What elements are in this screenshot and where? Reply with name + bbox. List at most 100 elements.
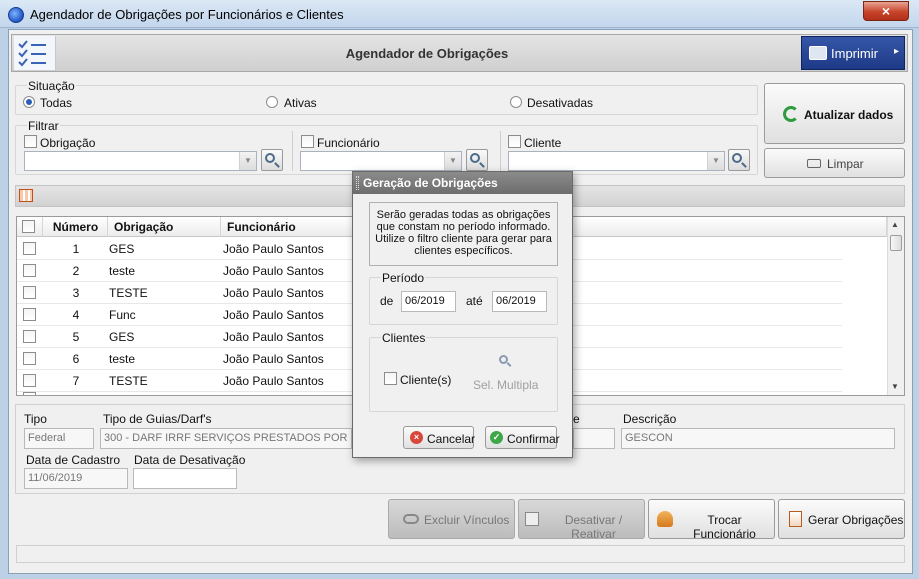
clientes-checkbox[interactable]	[384, 372, 397, 385]
radio-desativadas[interactable]	[510, 96, 522, 108]
chevron-down-icon[interactable]: ▼	[444, 152, 461, 170]
tipo-guias-label: Tipo de Guias/Darf's	[103, 412, 212, 426]
partial-field[interactable]	[573, 428, 615, 449]
atualizar-dados-button[interactable]: Atualizar dados	[764, 83, 905, 144]
obrigacao-checkbox[interactable]	[24, 135, 37, 148]
cell-obrigacao: teste	[109, 264, 136, 278]
cliente-checkbox[interactable]	[508, 135, 521, 148]
gerar-label: Gerar Obrigações	[808, 513, 904, 527]
confirmar-button[interactable]: ✓ Confirmar	[485, 426, 560, 449]
clientes-label: Clientes	[381, 331, 427, 345]
funcionario-combo[interactable]: ▼	[300, 151, 462, 171]
periodo-ate-field[interactable]: 06/2019	[492, 291, 547, 312]
link-icon	[403, 514, 419, 524]
close-window-button[interactable]: ×	[863, 1, 909, 21]
select-all-header[interactable]	[17, 217, 43, 237]
cell-obrigacao: TESTE	[109, 286, 148, 300]
funcionario-search-button[interactable]	[466, 149, 488, 171]
clientes-check-label[interactable]: Cliente(s)	[400, 373, 451, 387]
trocar-funcionario-button[interactable]: Trocar Funcionário	[648, 499, 775, 541]
app-logo-icon	[8, 7, 24, 23]
desativar-label: Desativar / Reativar	[564, 513, 623, 541]
print-button[interactable]: Imprimir ▸	[801, 36, 905, 70]
descricao-label: Descrição	[623, 412, 677, 426]
radio-todas-label[interactable]: Todas	[40, 96, 72, 110]
cell-obrigacao: GES	[109, 330, 135, 344]
row-checkbox[interactable]	[23, 286, 36, 299]
situacao-group	[15, 85, 758, 115]
row-checkbox[interactable]	[23, 330, 36, 343]
scroll-up-arrow[interactable]: ▲	[891, 220, 899, 229]
col-obrigacao[interactable]: Obrigação	[108, 217, 221, 237]
table-scrollbar[interactable]: ▲ ▼	[887, 217, 904, 395]
radio-ativas-label[interactable]: Ativas	[284, 96, 317, 110]
funcionario-checkbox[interactable]	[301, 135, 314, 148]
divider	[500, 131, 501, 171]
tipo-field[interactable]: Federal	[24, 428, 94, 449]
row-checkbox[interactable]	[23, 264, 36, 277]
printer-icon	[809, 46, 827, 60]
obrigacao-combo[interactable]: ▼	[24, 151, 257, 171]
search-icon	[265, 153, 275, 163]
cell-numero: 7	[72, 374, 80, 388]
print-dropdown-icon[interactable]: ▸	[894, 46, 899, 57]
cancelar-label: Cancelar	[427, 432, 476, 446]
row-checkbox[interactable]	[23, 352, 36, 365]
cliente-combo[interactable]: ▼	[508, 151, 725, 171]
row-checkbox[interactable]	[23, 242, 36, 255]
excluir-label: Excluir Vínculos	[424, 513, 510, 527]
desativar-reativar-button[interactable]: Desativar / Reativar	[518, 499, 645, 541]
grid-layout-icon[interactable]	[19, 189, 33, 202]
excluir-vinculos-button[interactable]: Excluir Vínculos	[388, 499, 515, 539]
cancelar-button[interactable]: × Cancelar	[403, 426, 476, 449]
search-icon	[470, 153, 480, 163]
refresh-icon	[783, 106, 799, 122]
trocar-label: Trocar Funcionário	[693, 513, 756, 541]
atualizar-label: Atualizar dados	[804, 108, 894, 122]
periodo-de-field[interactable]: 06/2019	[401, 291, 456, 312]
radio-ativas[interactable]	[266, 96, 278, 108]
cliente-search-button[interactable]	[728, 149, 750, 171]
confirmar-label: Confirmar	[507, 432, 560, 446]
dialog-title: Geração de Obrigações	[363, 176, 498, 190]
data-cadastro-label: Data de Cadastro	[26, 453, 121, 467]
dialog-titlebar[interactable]: Geração de Obrigações	[353, 172, 572, 194]
partial-field-label: e	[573, 412, 580, 426]
divider	[292, 131, 293, 171]
radio-todas[interactable]	[23, 96, 35, 108]
cliente-filter-label[interactable]: Cliente	[524, 136, 561, 150]
limpar-label: Limpar	[827, 157, 864, 171]
funcionario-filter-label[interactable]: Funcionário	[317, 136, 380, 150]
row-checkbox[interactable]	[23, 308, 36, 321]
cell-obrigacao: GES	[109, 242, 135, 256]
chevron-down-icon[interactable]: ▼	[239, 152, 256, 170]
grip-icon	[356, 176, 359, 190]
table-row-partial	[23, 392, 36, 395]
data-cadastro-field[interactable]: 11/06/2019	[24, 468, 128, 489]
window-title: Agendador de Obrigações por Funcionários…	[30, 7, 344, 22]
situacao-label: Situação	[27, 79, 76, 93]
limpar-button[interactable]: Limpar	[764, 148, 905, 178]
cell-obrigacao: TESTE	[109, 374, 148, 388]
ate-label: até	[466, 294, 483, 308]
sel-multipla-button[interactable]: Sel. Multipla	[473, 378, 538, 392]
calendar-icon	[525, 512, 539, 526]
chevron-down-icon[interactable]: ▼	[707, 152, 724, 170]
data-desativacao-field[interactable]	[133, 468, 237, 489]
scroll-thumb[interactable]	[890, 235, 902, 251]
cell-obrigacao: Func	[109, 308, 136, 322]
row-checkbox[interactable]	[23, 374, 36, 387]
geracao-dialog: Geração de Obrigações Serão geradas toda…	[352, 171, 573, 458]
filtrar-label: Filtrar	[27, 119, 60, 133]
gerar-obrigacoes-button[interactable]: Gerar Obrigações	[778, 499, 905, 539]
scroll-down-arrow[interactable]: ▼	[891, 382, 899, 391]
tipo-guias-field[interactable]: 300 - DARF IRRF SERVIÇOS PRESTADOS POR P…	[100, 428, 352, 449]
print-button-label: Imprimir	[831, 46, 878, 61]
col-numero[interactable]: Número	[44, 217, 108, 237]
descricao-field[interactable]: GESCON	[621, 428, 895, 449]
obrigacao-filter-label[interactable]: Obrigação	[40, 136, 95, 150]
radio-desativadas-label[interactable]: Desativadas	[527, 96, 593, 110]
search-icon	[732, 153, 742, 163]
select-all-checkbox[interactable]	[22, 220, 35, 233]
obrigacao-search-button[interactable]	[261, 149, 283, 171]
